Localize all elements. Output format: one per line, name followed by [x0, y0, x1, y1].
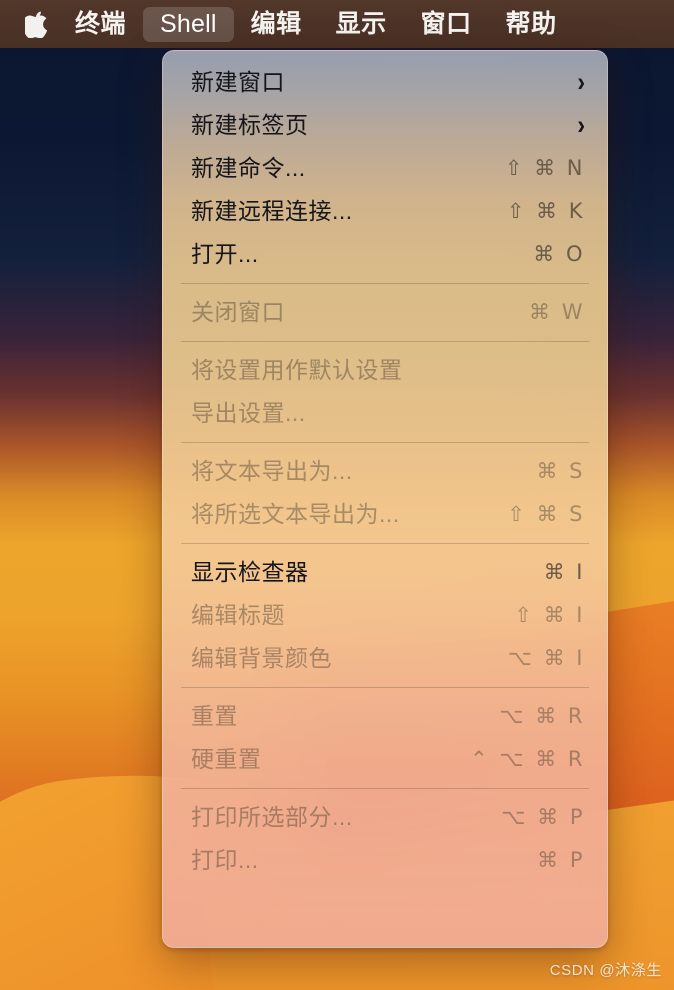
menu-item-label: 打印所选部分...	[191, 804, 353, 830]
menu-item: 打印... ⌘ P	[163, 839, 607, 882]
menu-item: 硬重置 ⌃ ⌥ ⌘ R	[163, 738, 607, 781]
menu-item: 将设置用作默认设置	[163, 349, 607, 392]
menu-separator	[181, 442, 589, 443]
menu-item-shortcut: ⌘ P	[537, 848, 585, 872]
chevron-right-icon: ›	[577, 66, 585, 97]
menu-item-label: 新建窗口	[191, 69, 285, 95]
menu-item-label: 编辑背景颜色	[191, 645, 332, 671]
menu-item-shortcut: ⌘ S	[536, 459, 585, 483]
menu-item: 打印所选部分... ⌥ ⌘ P	[163, 796, 607, 839]
menu-item-label: 新建远程连接...	[191, 198, 353, 224]
menu-bar: 终端 Shell 编辑 显示 窗口 帮助	[0, 0, 674, 48]
menu-item-shortcut: ⇧ ⌘ K	[506, 199, 585, 223]
menu-separator	[181, 687, 589, 688]
menu-bar-item-cjk-0[interactable]: 终端	[58, 7, 143, 42]
menu-item-label: 将文本导出为...	[191, 458, 353, 484]
menu-item-label: 打开...	[191, 241, 259, 267]
menu-bar-item-cjk-3[interactable]: 显示	[319, 7, 404, 42]
menu-item-label: 将所选文本导出为...	[191, 501, 400, 527]
menu-bar-items: 终端 Shell 编辑 显示 窗口 帮助	[58, 6, 574, 42]
menu-item: 重置 ⌥ ⌘ R	[163, 695, 607, 738]
chevron-right-icon: ›	[577, 109, 585, 140]
menu-item-label: 新建命令...	[191, 155, 306, 181]
menu-item: 将所选文本导出为... ⇧ ⌘ S	[163, 493, 607, 536]
menu-bar-item-cjk-2[interactable]: 编辑	[234, 7, 319, 42]
menu-item[interactable]: 显示检查器 ⌘ I	[163, 551, 607, 594]
menu-item[interactable]: 新建远程连接... ⇧ ⌘ K	[163, 190, 607, 233]
menu-item: 关闭窗口 ⌘ W	[163, 291, 607, 334]
menu-item-shortcut: ⌘ W	[529, 300, 585, 324]
menu-item-label: 新建标签页	[191, 112, 309, 138]
menu-item-label: 导出设置...	[191, 400, 306, 426]
menu-item-shortcut: ⌥ ⌘ R	[499, 704, 585, 728]
menu-item-shortcut: ⌘ O	[533, 242, 585, 266]
menu-item-shortcut: ⌘ I	[543, 560, 585, 584]
menu-item-label: 显示检查器	[191, 559, 309, 585]
menu-items-container: 新建窗口 › 新建标签页 › 新建命令... ⇧ ⌘ N 新建远程连接... ⇧ ⌘ K 打开.…	[163, 51, 607, 892]
shell-dropdown-menu: 新建窗口 › 新建标签页 › 新建命令... ⇧ ⌘ N 新建远程连接... ⇧ ⌘ K 打开.…	[162, 50, 608, 948]
menu-item[interactable]: 新建标签页 ›	[163, 104, 607, 147]
menu-item-label: 将设置用作默认设置	[191, 357, 403, 383]
menu-item-shortcut: ⌥ ⌘ P	[501, 805, 585, 829]
menu-item: 编辑背景颜色 ⌥ ⌘ I	[163, 637, 607, 680]
menu-item[interactable]: 新建命令... ⇧ ⌘ N	[163, 147, 607, 190]
menu-item-shortcut: ⇧ ⌘ I	[514, 603, 585, 627]
menu-bar-item-cjk-5[interactable]: 帮助	[489, 7, 574, 42]
apple-logo-icon[interactable]	[14, 4, 58, 44]
menu-item-shortcut: ⌥ ⌘ I	[507, 646, 585, 670]
menu-separator	[181, 788, 589, 789]
menu-item-shortcut: ⇧ ⌘ S	[507, 502, 585, 526]
menu-item: 将文本导出为... ⌘ S	[163, 450, 607, 493]
menu-item: 导出设置...	[163, 392, 607, 435]
menu-bar-item-shell[interactable]: Shell	[143, 6, 234, 42]
menu-item-label: 硬重置	[191, 746, 262, 772]
menu-bar-item-cjk-4[interactable]: 窗口	[404, 7, 489, 42]
menu-separator	[181, 543, 589, 544]
menu-item[interactable]: 新建窗口 ›	[163, 61, 607, 104]
menu-separator	[181, 283, 589, 284]
menu-item: 编辑标题 ⇧ ⌘ I	[163, 594, 607, 637]
menu-item-label: 重置	[191, 703, 238, 729]
menu-item-label: 编辑标题	[191, 602, 285, 628]
menu-item-shortcut: ⇧ ⌘ N	[504, 156, 585, 180]
menu-separator	[181, 341, 589, 342]
menu-item-shortcut: ⌃ ⌥ ⌘ R	[470, 747, 585, 771]
menu-item[interactable]: 打开... ⌘ O	[163, 233, 607, 276]
menu-item-label: 打印...	[191, 847, 259, 873]
menu-item-label: 关闭窗口	[191, 299, 285, 325]
watermark-text: CSDN @沐涤生	[549, 962, 662, 979]
